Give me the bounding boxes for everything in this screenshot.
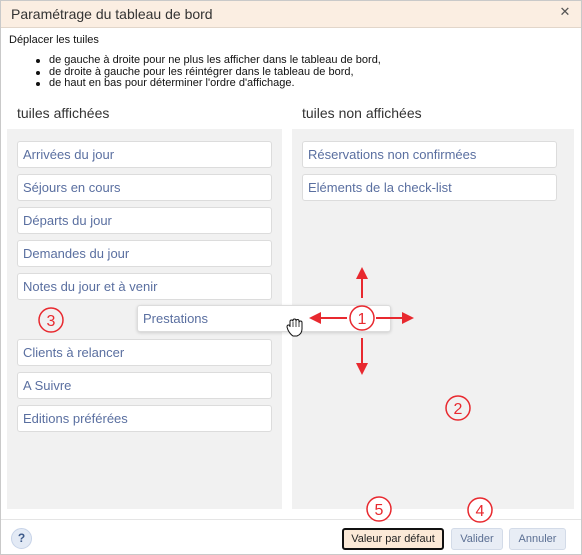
tile-editions[interactable]: Editions préférées xyxy=(17,405,272,432)
default-value-button[interactable]: Valeur par défaut xyxy=(342,528,444,550)
tile-reservations-non-confirmees[interactable]: Réservations non confirmées xyxy=(302,141,557,168)
tile-sejours[interactable]: Séjours en cours xyxy=(17,174,272,201)
tile-a-suivre[interactable]: A Suivre xyxy=(17,372,272,399)
instructions-list: de gauche à droite pour ne plus les affi… xyxy=(36,54,381,90)
hidden-tiles-heading: tuiles non affichées xyxy=(302,105,422,121)
cancel-button[interactable]: Annuler xyxy=(509,528,566,550)
validate-button[interactable]: Valider xyxy=(451,528,503,550)
dialog-titlebar: Paramétrage du tableau de bord ✕ xyxy=(1,1,581,28)
footer-divider xyxy=(1,519,581,520)
tile-clients-relancer[interactable]: Clients à relancer xyxy=(17,339,272,366)
dialog-title: Paramétrage du tableau de bord xyxy=(11,6,213,22)
tile-departs[interactable]: Départs du jour xyxy=(17,207,272,234)
instruction-item: de haut en bas pour déterminer l'ordre d… xyxy=(36,77,381,90)
tile-prestations-dragging[interactable]: Prestations xyxy=(137,305,391,332)
dashboard-settings-dialog: Paramétrage du tableau de bord ✕ Déplace… xyxy=(0,0,582,555)
displayed-tiles-heading: tuiles affichées xyxy=(17,105,110,121)
instruction-item: de gauche à droite pour ne plus les affi… xyxy=(36,54,381,66)
instructions-intro: Déplacer les tuiles xyxy=(9,34,99,46)
tile-arrivees[interactable]: Arrivées du jour xyxy=(17,141,272,168)
tile-elements-checklist[interactable]: Eléments de la check-list xyxy=(302,174,557,201)
close-icon[interactable]: ✕ xyxy=(557,5,573,21)
tile-notes[interactable]: Notes du jour et à venir xyxy=(17,273,272,300)
help-icon[interactable]: ? xyxy=(11,528,32,549)
tile-demandes[interactable]: Demandes du jour xyxy=(17,240,272,267)
